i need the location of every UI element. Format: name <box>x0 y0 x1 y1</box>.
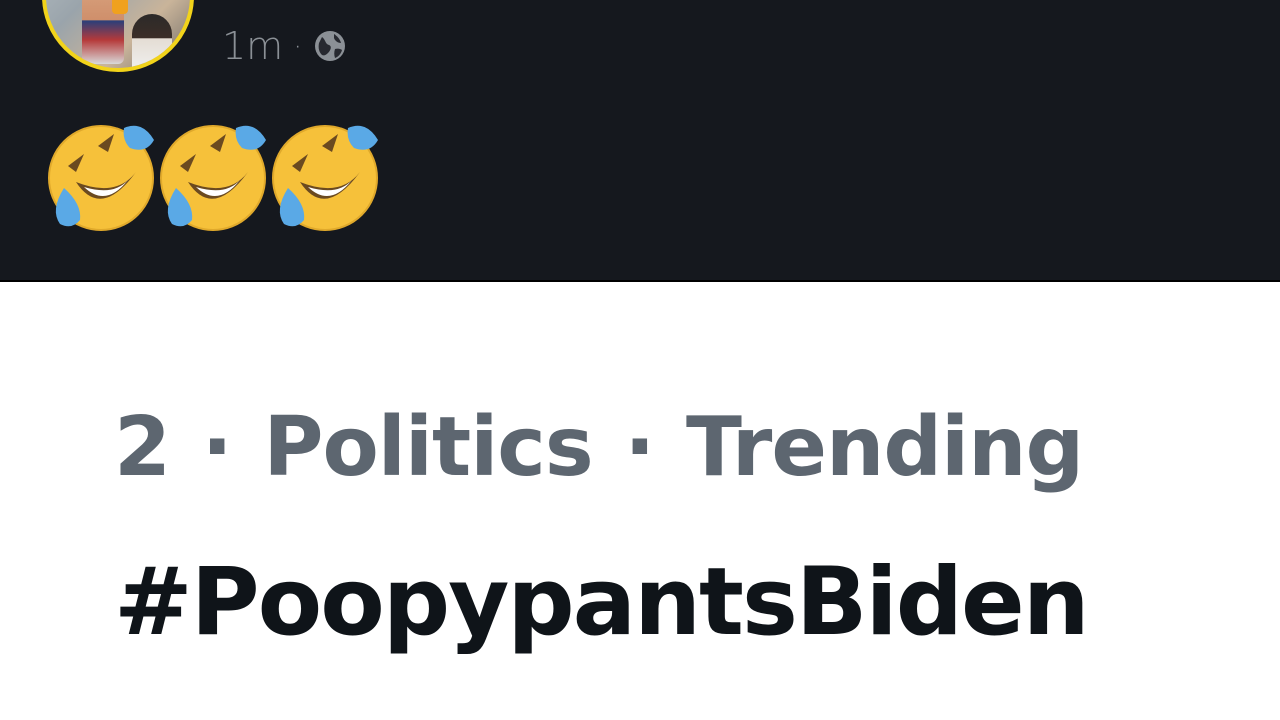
meta-separator: · <box>293 29 303 63</box>
emoji-row <box>46 120 380 232</box>
facebook-post: 1m · <box>0 0 1280 280</box>
avatar-figure <box>132 14 172 68</box>
rofl-emoji <box>46 120 156 232</box>
post-meta: 1m · <box>222 22 348 70</box>
avatar-figure <box>112 0 128 14</box>
trend-separator: · <box>201 400 233 495</box>
trend-category: Politics <box>263 400 593 495</box>
trend-separator: · <box>624 400 655 495</box>
rofl-emoji <box>270 120 380 232</box>
trend-label: Trending <box>686 400 1084 495</box>
screenshot-frame: 1m · 2 · Politics · Trending #Poopypants… <box>0 0 1280 720</box>
trend-hashtag[interactable]: #PoopypantsBiden <box>114 548 1090 658</box>
post-timestamp[interactable]: 1m <box>222 24 283 68</box>
trend-rank: 2 <box>114 400 171 495</box>
profile-avatar[interactable] <box>42 0 194 72</box>
trend-meta: 2 · Politics · Trending <box>114 400 1084 496</box>
globe-icon <box>312 28 348 64</box>
rofl-emoji <box>158 120 268 232</box>
